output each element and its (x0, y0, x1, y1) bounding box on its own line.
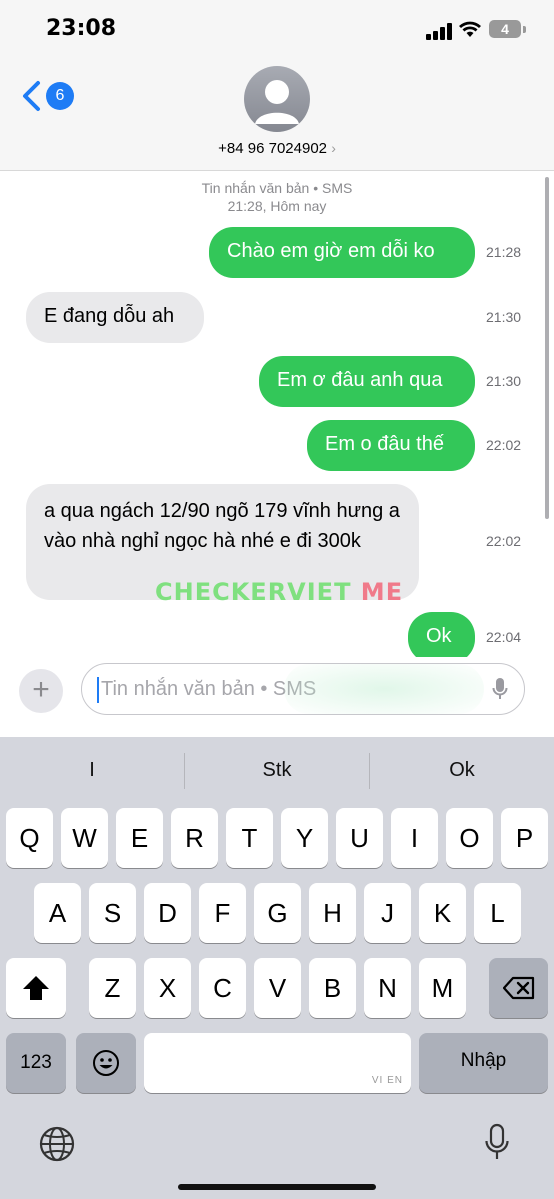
key-d[interactable]: D (144, 883, 191, 943)
key-r[interactable]: R (171, 808, 218, 868)
battery-tip (523, 26, 526, 33)
watermark-text: CHECKERVIET (155, 578, 352, 606)
space-key[interactable]: VI EN (144, 1033, 411, 1093)
dictation-icon[interactable] (484, 1123, 510, 1163)
key-x[interactable]: X (144, 958, 191, 1018)
message-bubble-sent[interactable]: Chào em giờ em dỗi ko (209, 227, 475, 278)
signal-icon (426, 22, 452, 40)
watermark-suffix: ME (351, 578, 404, 606)
text-caret (97, 677, 99, 703)
key-c[interactable]: C (199, 958, 246, 1018)
message-input-placeholder: Tin nhắn văn bản • SMS (101, 678, 317, 700)
key-z[interactable]: Z (89, 958, 136, 1018)
key-y[interactable]: Y (281, 808, 328, 868)
emoji-key[interactable] (76, 1033, 136, 1093)
key-n[interactable]: N (364, 958, 411, 1018)
contact-number: +84 96 7024902 (218, 140, 328, 157)
message-type-label: Tin nhắn văn bản • SMS (201, 180, 353, 196)
suggestion-item[interactable]: Ok (370, 737, 554, 803)
key-v[interactable]: V (254, 958, 301, 1018)
delete-key[interactable] (489, 958, 548, 1018)
message-bubble-sent[interactable]: Em o đâu thế (307, 420, 475, 471)
key-o[interactable]: O (446, 808, 493, 868)
message-bubble-sent[interactable]: Ok (408, 612, 475, 657)
person-icon (255, 80, 299, 124)
suggestion-item[interactable]: Stk (185, 737, 369, 803)
key-w[interactable]: W (61, 808, 108, 868)
mic-icon[interactable] (492, 677, 508, 701)
message-input[interactable]: Tin nhắn văn bản • SMS (81, 663, 525, 715)
key-k[interactable]: K (419, 883, 466, 943)
chevron-right-icon: › (331, 140, 336, 156)
key-g[interactable]: G (254, 883, 301, 943)
key-i[interactable]: I (391, 808, 438, 868)
conversation-date: 21:28, Hôm nay (227, 198, 327, 214)
watermark: CHECKERVIET ME (155, 578, 403, 606)
unread-count-badge: 6 (46, 82, 74, 110)
key-j[interactable]: J (364, 883, 411, 943)
suggestion-item[interactable]: I (0, 737, 184, 803)
message-time: 21:28 (486, 244, 522, 260)
conversation-meta: Tin nhắn văn bản • SMS 21:28, Hôm nay (0, 179, 554, 215)
back-chevron-icon (23, 81, 40, 111)
numbers-key[interactable]: 123 (6, 1033, 66, 1093)
key-b[interactable]: B (309, 958, 356, 1018)
message-time: 22:02 (486, 437, 522, 453)
key-f[interactable]: F (199, 883, 246, 943)
return-key[interactable]: Nhập (419, 1033, 548, 1093)
avatar-icon[interactable] (244, 66, 310, 132)
key-s[interactable]: S (89, 883, 136, 943)
battery-icon: 4 (489, 20, 521, 38)
key-h[interactable]: H (309, 883, 356, 943)
message-time: 22:02 (486, 533, 522, 549)
status-time: 23:08 (46, 16, 117, 41)
key-u[interactable]: U (336, 808, 383, 868)
key-m[interactable]: M (419, 958, 466, 1018)
conversation-header: 6 +84 96 7024902 › (0, 60, 554, 171)
wifi-icon (459, 21, 481, 37)
key-a[interactable]: A (34, 883, 81, 943)
key-t[interactable]: T (226, 808, 273, 868)
message-time: 21:30 (486, 309, 522, 325)
message-bubble-sent[interactable]: Em ơ đâu anh qua (259, 356, 475, 407)
message-list[interactable]: Tin nhắn văn bản • SMS 21:28, Hôm nay Ch… (0, 171, 554, 657)
message-time: 22:04 (486, 629, 522, 645)
shift-key[interactable] (6, 958, 66, 1018)
globe-icon[interactable] (38, 1125, 76, 1163)
emoji-icon (93, 1050, 119, 1076)
keyboard: I Stk Ok Q W E R T Y U I O P A S D F G H… (0, 737, 554, 1199)
key-q[interactable]: Q (6, 808, 53, 868)
compose-bar: + Tin nhắn văn bản • SMS (0, 657, 554, 737)
back-button[interactable]: 6 (18, 78, 74, 114)
shift-icon (23, 976, 49, 1000)
suggestion-bar: I Stk Ok (0, 737, 554, 803)
home-indicator[interactable] (178, 1184, 376, 1190)
space-language-hint: VI EN (371, 1075, 403, 1086)
status-bar: 23:08 4 (0, 0, 554, 60)
contact-name[interactable]: +84 96 7024902 › (0, 140, 554, 157)
message-time: 21:30 (486, 373, 522, 389)
key-p[interactable]: P (501, 808, 548, 868)
plus-button[interactable]: + (19, 669, 63, 713)
key-l[interactable]: L (474, 883, 521, 943)
key-e[interactable]: E (116, 808, 163, 868)
delete-icon (502, 976, 534, 1000)
message-bubble-received[interactable]: E đang dỗu ah (26, 292, 204, 343)
scrollbar[interactable] (545, 177, 549, 519)
